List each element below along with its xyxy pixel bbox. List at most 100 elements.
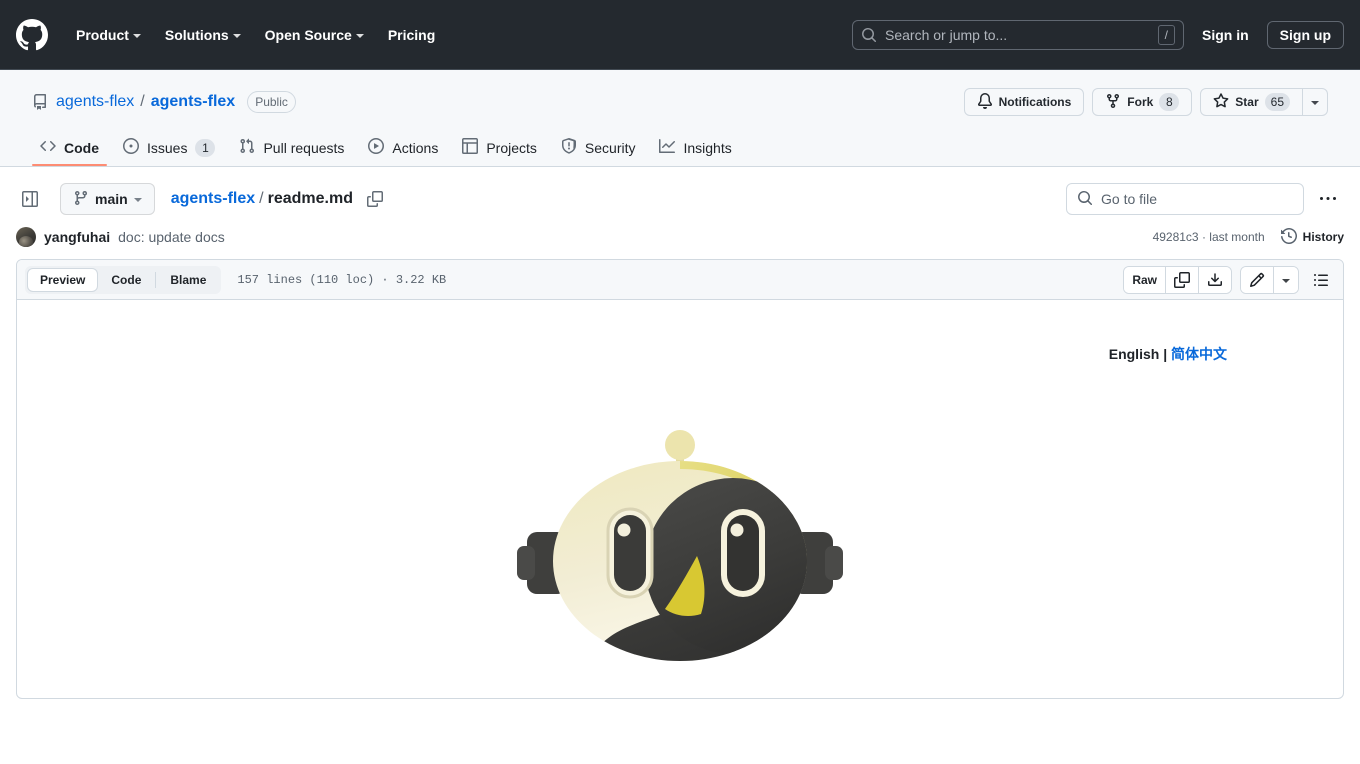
global-header-right: Search or jump to... / Sign in Sign up xyxy=(852,19,1344,50)
star-button[interactable]: Star 65 xyxy=(1200,88,1303,116)
repo-tabs: Code Issues 1 Pull requests Actions Proj… xyxy=(32,130,1328,166)
copy-raw-icon[interactable] xyxy=(1166,266,1199,293)
nav-item-pricing[interactable]: Pricing xyxy=(376,19,447,51)
avatar[interactable] xyxy=(16,227,36,247)
star-label: Star xyxy=(1235,95,1259,109)
file-view-tabs: Preview Code Blame xyxy=(25,265,222,294)
nav-item-label: Pricing xyxy=(387,26,436,43)
tab-code[interactable]: Code xyxy=(98,268,154,292)
nav-item-label: Product xyxy=(76,26,129,43)
history-label: History xyxy=(1302,230,1344,244)
raw-button[interactable]: Raw xyxy=(1124,266,1166,293)
search-icon xyxy=(1077,190,1093,209)
download-icon[interactable] xyxy=(1199,266,1231,293)
tab-label: Code xyxy=(64,139,99,156)
repo-icon xyxy=(32,94,48,110)
nav-item-label: Solutions xyxy=(164,26,229,43)
branch-label: main xyxy=(95,191,128,207)
repo-separator: / xyxy=(140,93,145,110)
go-to-file-input[interactable]: Go to file xyxy=(1066,183,1304,215)
language-switch: English | 简体中文 xyxy=(49,344,1311,364)
kebab-horizontal-icon[interactable] xyxy=(1312,183,1344,215)
chevron-down-icon xyxy=(1311,101,1319,105)
sign-in-button[interactable]: Sign in xyxy=(1192,21,1259,49)
breadcrumb: agents-flex / readme.md xyxy=(171,190,353,208)
nav-item-solutions[interactable]: Solutions xyxy=(153,19,253,51)
notifications-button[interactable]: Notifications xyxy=(963,88,1085,116)
fork-count: 8 xyxy=(1159,93,1180,111)
tab-label: Insights xyxy=(683,139,732,156)
star-icon xyxy=(1213,92,1229,112)
repo-owner-link[interactable]: agents-flex xyxy=(56,93,134,111)
repo-header: agents-flex / agents-flex Public Notific… xyxy=(0,70,1360,167)
history-link[interactable]: History xyxy=(1280,227,1344,247)
nav-item-product[interactable]: Product xyxy=(64,19,153,51)
shield-icon xyxy=(561,138,577,157)
list-unordered-icon[interactable] xyxy=(1307,266,1335,294)
language-alternate-link[interactable]: 简体中文 xyxy=(1171,346,1227,362)
table-icon xyxy=(462,138,479,157)
chevron-down-icon xyxy=(132,33,141,38)
search-input[interactable]: Search or jump to... / xyxy=(852,19,1184,50)
star-button-group: Star 65 xyxy=(1200,88,1328,116)
fork-icon xyxy=(1105,93,1121,112)
git-branch-icon xyxy=(73,190,89,209)
readme-content: English | 简体中文 xyxy=(17,300,1343,698)
copy-icon[interactable] xyxy=(363,187,387,211)
play-icon xyxy=(368,138,385,157)
breadcrumb-root-link[interactable]: agents-flex xyxy=(171,190,255,208)
tab-projects[interactable]: Projects xyxy=(454,130,545,167)
issue-opened-icon xyxy=(123,138,139,157)
tab-label: Actions xyxy=(392,139,439,156)
nav-item-open-source[interactable]: Open Source xyxy=(253,19,376,51)
tab-security[interactable]: Security xyxy=(553,130,644,167)
tab-actions[interactable]: Actions xyxy=(360,130,446,167)
go-to-file-placeholder: Go to file xyxy=(1101,191,1158,207)
file-navigation-row: main agents-flex / readme.md Go to file xyxy=(0,167,1360,227)
latest-commit-row: yangfuhai doc: update docs 49281c3 · las… xyxy=(0,227,1360,259)
pencil-icon[interactable] xyxy=(1241,266,1274,293)
chevron-down-icon xyxy=(1282,278,1290,283)
file-meta-text: 157 lines (110 loc) · 3.22 KB xyxy=(237,272,447,287)
tab-pull-requests[interactable]: Pull requests xyxy=(231,130,352,167)
global-nav: Product Solutions Open Source Pricing xyxy=(64,19,447,51)
tab-label: Projects xyxy=(486,139,537,156)
file-content-box: Preview Code Blame 157 lines (110 loc) ·… xyxy=(16,259,1344,699)
git-pull-request-icon xyxy=(239,138,255,157)
github-mark-icon[interactable] xyxy=(16,18,48,51)
commit-sha-and-time: 49281c3 · last month xyxy=(1153,230,1265,244)
tab-insights[interactable]: Insights xyxy=(651,130,739,167)
fork-button[interactable]: Fork 8 xyxy=(1092,88,1193,116)
commit-relative-time: last month xyxy=(1209,230,1265,244)
repo-title: agents-flex / agents-flex Public xyxy=(32,91,296,113)
star-dropdown-button[interactable] xyxy=(1303,88,1328,116)
notifications-label: Notifications xyxy=(998,95,1072,109)
chevron-down-icon xyxy=(232,33,241,38)
visibility-badge: Public xyxy=(247,91,296,113)
breadcrumb-current-file: readme.md xyxy=(267,190,353,207)
language-divider: | xyxy=(1163,346,1168,362)
tab-issues[interactable]: Issues 1 xyxy=(115,130,223,167)
tab-preview[interactable]: Preview xyxy=(27,267,99,292)
agents-flex-robot-logo xyxy=(517,430,843,661)
commit-message-link[interactable]: doc: update docs xyxy=(118,229,225,245)
bell-icon xyxy=(977,92,993,112)
chevron-down-icon xyxy=(355,33,364,38)
tab-code[interactable]: Code xyxy=(32,130,107,167)
star-count: 65 xyxy=(1264,93,1290,111)
repo-name-link[interactable]: agents-flex xyxy=(151,93,235,111)
language-current: English xyxy=(1108,346,1160,362)
commit-author-link[interactable]: yangfuhai xyxy=(44,229,110,245)
sign-up-button[interactable]: Sign up xyxy=(1266,20,1344,49)
repo-title-row: agents-flex / agents-flex Public Notific… xyxy=(32,86,1328,118)
commit-sha[interactable]: 49281c3 xyxy=(1153,230,1199,244)
chevron-down-icon xyxy=(133,198,142,202)
edit-dropdown-button[interactable] xyxy=(1274,266,1298,293)
breadcrumb-separator: / xyxy=(259,190,264,207)
commit-separator: · xyxy=(1201,230,1206,244)
branch-selector-button[interactable]: main xyxy=(60,183,155,215)
tab-blame[interactable]: Blame xyxy=(157,268,219,292)
code-icon xyxy=(40,138,56,157)
sidebar-expand-icon[interactable] xyxy=(16,185,44,213)
search-placeholder: Search or jump to... xyxy=(885,26,1008,43)
